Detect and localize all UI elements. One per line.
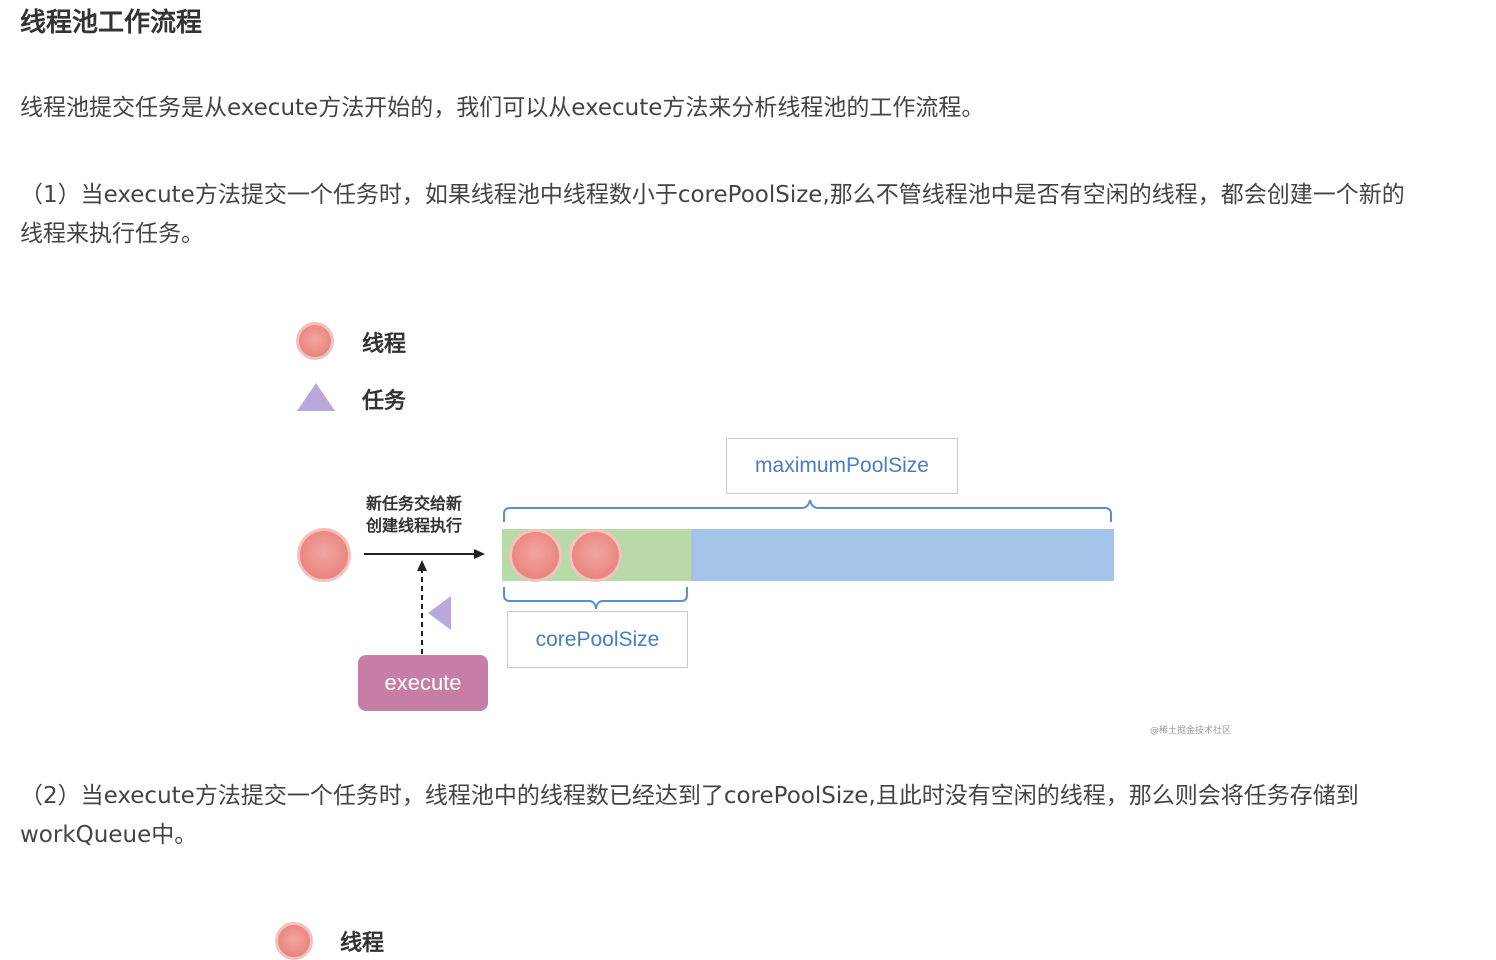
- max-region: [691, 529, 1114, 581]
- execute-arrow-head: [417, 560, 427, 571]
- maximum-pool-size-label: maximumPoolSize: [726, 438, 958, 494]
- thread-pool-diagram: 线程 任务 新任务交给新 创建线程执行 maximumPoolSize core: [280, 300, 1240, 745]
- next-figure-thread-icon: [275, 922, 313, 960]
- submit-arrow-head: [474, 549, 485, 559]
- section-heading: 线程池工作流程: [20, 8, 203, 38]
- step1-paragraph: （1）当execute方法提交一个任务时，如果线程池中线程数小于corePool…: [20, 176, 1405, 254]
- maximum-brace: [503, 499, 1112, 522]
- step2-line1: （2）当execute方法提交一个任务时，线程池中的线程数已经达到了corePo…: [20, 783, 1359, 809]
- task-icon: [428, 596, 451, 630]
- core-pool-size-label: corePoolSize: [507, 611, 688, 668]
- core-thread-2: [569, 529, 622, 582]
- execute-box: execute: [358, 655, 488, 711]
- intro-paragraph: 线程池提交任务是从execute方法开始的，我们可以从execute方法来分析线…: [20, 95, 985, 121]
- next-figure-legend-thread: 线程: [340, 931, 385, 956]
- step1-line2: 线程来执行任务。: [20, 221, 204, 247]
- step1-line1: （1）当execute方法提交一个任务时，如果线程池中线程数小于corePool…: [20, 182, 1405, 208]
- core-brace: [503, 587, 688, 610]
- watermark: @稀土掘金技术社区: [1150, 726, 1232, 736]
- core-thread-1: [509, 529, 562, 582]
- step2-paragraph: （2）当execute方法提交一个任务时，线程池中的线程数已经达到了corePo…: [20, 777, 1359, 855]
- step2-line2: workQueue中。: [20, 822, 198, 848]
